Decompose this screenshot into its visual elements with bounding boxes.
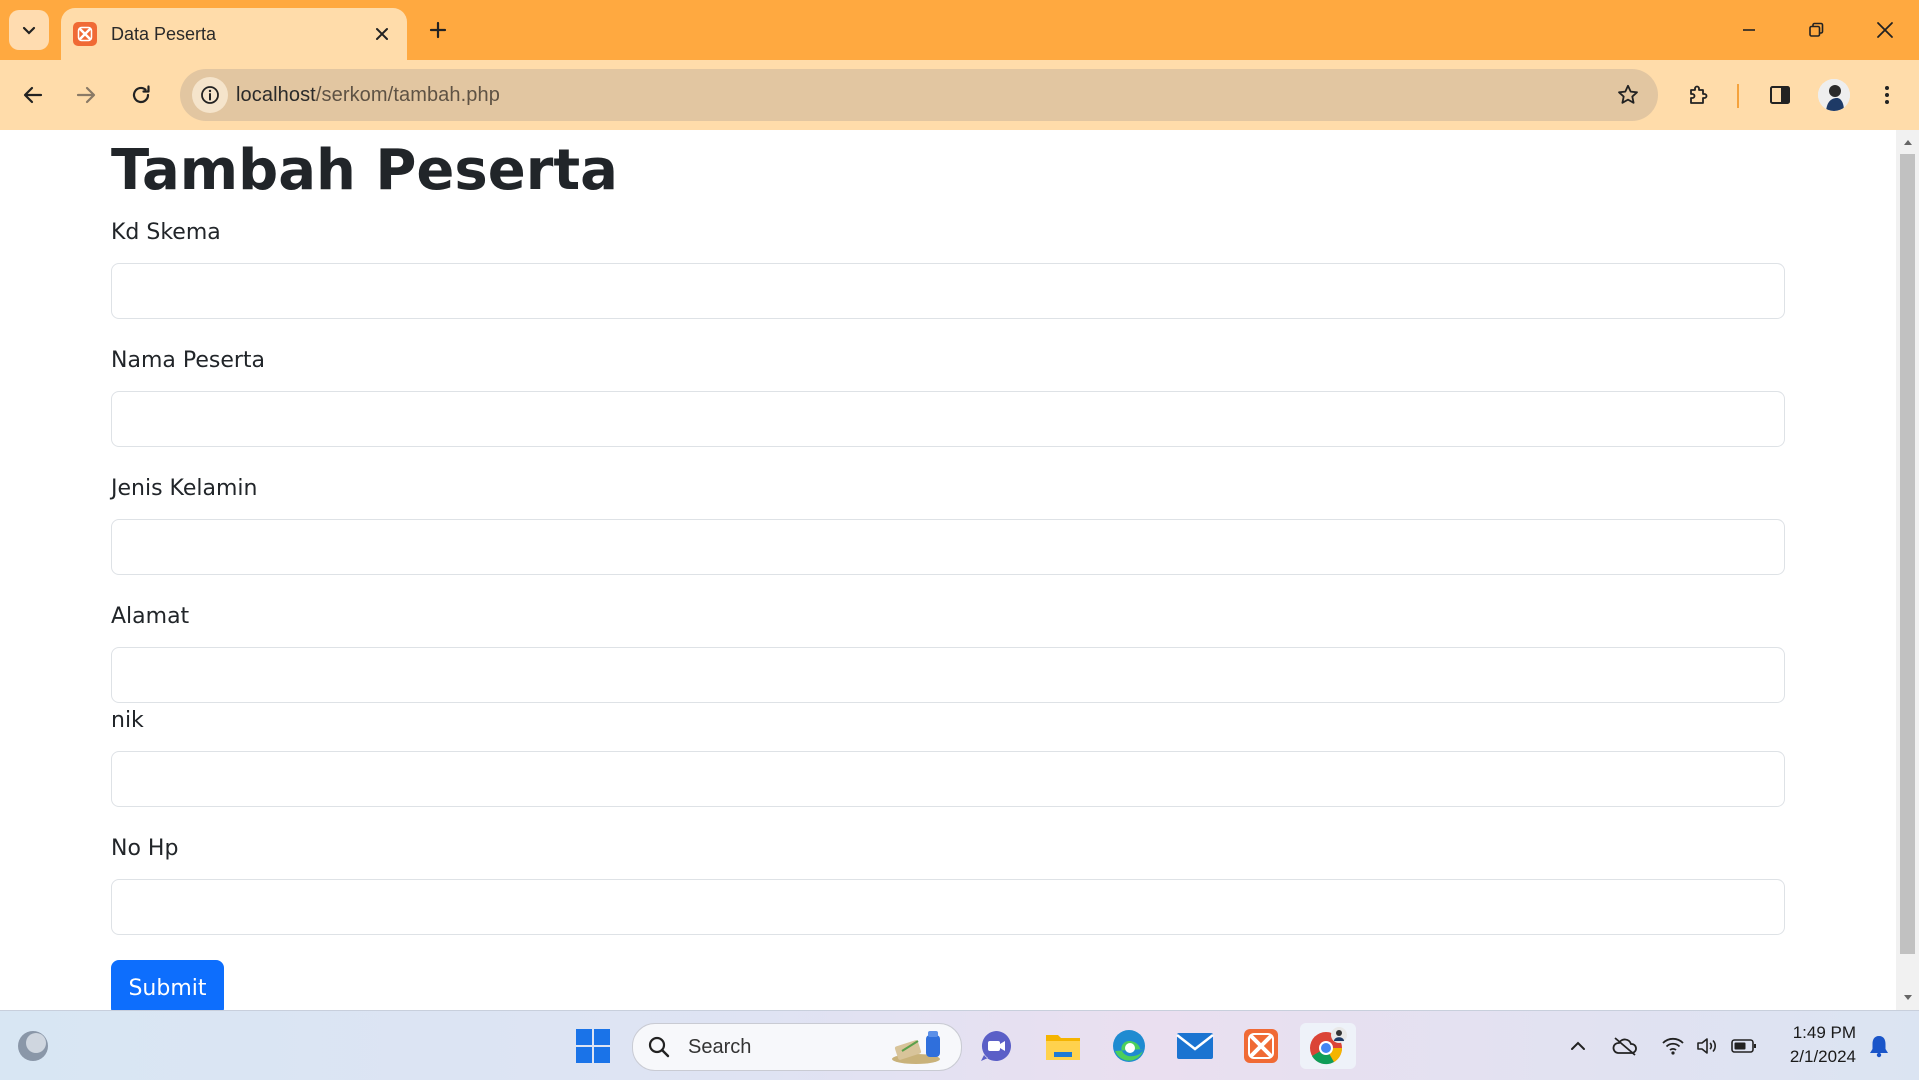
windows-taskbar: Search 1:49 PM 2/1/2024 — [0, 1010, 1919, 1080]
reload-button[interactable] — [119, 73, 163, 117]
url-path: /serkom/tambah.php — [315, 84, 500, 106]
wifi-tray-button[interactable] — [1658, 1031, 1688, 1061]
address-bar[interactable]: localhost/serkom/tambah.php — [180, 69, 1658, 121]
onedrive-tray-button[interactable] — [1610, 1031, 1640, 1061]
side-panel-icon — [1770, 86, 1790, 104]
search-icon — [648, 1036, 670, 1058]
file-explorer-icon — [1046, 1035, 1080, 1060]
restore-window-button[interactable] — [1786, 8, 1846, 52]
more-vertical-icon — [1885, 86, 1889, 104]
close-window-button[interactable] — [1855, 8, 1915, 52]
clock-date: 2/1/2024 — [1789, 1047, 1856, 1066]
nik-input[interactable] — [111, 751, 1785, 807]
mail-icon — [1176, 1033, 1214, 1059]
nama-peserta-input[interactable] — [111, 391, 1785, 447]
address-url[interactable]: localhost/serkom/tambah.php — [236, 84, 500, 107]
chrome-icon — [1310, 1027, 1347, 1065]
side-panel-button[interactable] — [1758, 73, 1802, 117]
tab-title: Data Peserta — [111, 23, 217, 44]
scroll-down-button[interactable] — [1896, 988, 1919, 1008]
browser-tab[interactable]: Data Peserta — [61, 8, 407, 60]
weather-widget-icon — [18, 1031, 48, 1061]
notifications-button[interactable] — [1864, 1031, 1894, 1061]
page-viewport: Tambah Peserta Kd Skema Nama Peserta Jen… — [0, 130, 1896, 1010]
scrollbar-thumb[interactable] — [1900, 154, 1915, 954]
wifi-icon — [1662, 1037, 1684, 1055]
bookmark-button[interactable] — [1610, 77, 1646, 113]
clock-time: 1:49 PM — [1792, 1023, 1856, 1042]
taskbar-search-label: Search — [688, 1036, 752, 1058]
arrow-right-icon — [76, 86, 96, 104]
kd-skema-label: Kd Skema — [111, 220, 221, 245]
taskbar-file-explorer-button[interactable] — [1040, 1023, 1086, 1069]
edge-icon — [1113, 1030, 1145, 1062]
nik-label: nik — [111, 708, 144, 733]
search-highlight-icon — [892, 1031, 940, 1064]
extensions-button[interactable] — [1677, 73, 1721, 117]
browser-menu-button[interactable] — [1865, 73, 1909, 117]
kd-skema-input[interactable] — [111, 263, 1785, 319]
nama-peserta-label: Nama Peserta — [111, 348, 266, 373]
minimize-window-button[interactable] — [1719, 8, 1779, 52]
reload-icon — [132, 85, 150, 104]
forward-button[interactable] — [64, 73, 108, 117]
alamat-label: Alamat — [111, 604, 190, 629]
taskbar-xampp-button[interactable] — [1238, 1023, 1284, 1069]
minimize-icon — [1743, 29, 1755, 31]
widgets-button[interactable] — [10, 1023, 56, 1069]
star-icon — [1618, 84, 1638, 104]
bell-icon — [1870, 1036, 1888, 1058]
puzzle-icon — [1690, 85, 1708, 104]
start-icon — [576, 1029, 610, 1063]
volume-tray-button[interactable] — [1693, 1031, 1723, 1061]
url-host: localhost — [236, 84, 316, 106]
no-hp-label: No Hp — [111, 836, 179, 861]
jenis-kelamin-input[interactable] — [111, 519, 1785, 575]
chevron-up-icon — [1571, 1041, 1585, 1050]
caret-up-icon — [1903, 140, 1912, 145]
start-button[interactable] — [570, 1023, 616, 1069]
tab-search-button[interactable] — [9, 10, 49, 50]
show-hidden-icons-button[interactable] — [1563, 1031, 1593, 1061]
browser-tab-strip: Data Peserta — [0, 0, 1919, 60]
cloud-offline-icon — [1612, 1037, 1637, 1056]
info-icon — [201, 86, 219, 104]
profile-avatar-icon — [1818, 79, 1850, 111]
site-info-button[interactable] — [192, 77, 228, 113]
tab-close-button[interactable] — [367, 19, 397, 49]
taskbar-clock[interactable]: 1:49 PM 2/1/2024 — [1778, 1021, 1856, 1069]
restore-icon — [1809, 22, 1824, 37]
jenis-kelamin-label: Jenis Kelamin — [111, 476, 258, 501]
close-icon — [1877, 22, 1893, 38]
chevron-down-icon — [22, 26, 36, 35]
xampp-icon — [1244, 1029, 1278, 1063]
taskbar-edge-button[interactable] — [1106, 1023, 1152, 1069]
toolbar-separator — [1737, 84, 1739, 108]
close-icon — [376, 28, 388, 40]
taskbar-meet-button[interactable] — [973, 1023, 1019, 1069]
battery-tray-button[interactable] — [1729, 1031, 1759, 1061]
meet-icon — [981, 1031, 1011, 1061]
xampp-favicon-icon — [73, 22, 97, 46]
taskbar-mail-button[interactable] — [1172, 1023, 1218, 1069]
submit-button[interactable]: Submit — [111, 960, 224, 1010]
plus-icon — [429, 21, 447, 39]
page-title: Tambah Peserta — [111, 138, 618, 203]
arrow-left-icon — [23, 86, 43, 104]
caret-down-icon — [1903, 995, 1912, 1000]
no-hp-input[interactable] — [111, 879, 1785, 935]
page-scrollbar[interactable] — [1896, 130, 1919, 1010]
battery-icon — [1731, 1039, 1756, 1053]
new-tab-button[interactable] — [422, 14, 454, 46]
taskbar-search[interactable]: Search — [632, 1023, 962, 1071]
profile-avatar[interactable] — [1818, 79, 1850, 111]
taskbar-chrome-button[interactable] — [1300, 1023, 1356, 1069]
back-button[interactable] — [11, 73, 55, 117]
scroll-up-button[interactable] — [1896, 132, 1919, 152]
browser-toolbar: localhost/serkom/tambah.php — [0, 60, 1919, 130]
volume-icon — [1697, 1038, 1716, 1054]
alamat-input[interactable] — [111, 647, 1785, 703]
